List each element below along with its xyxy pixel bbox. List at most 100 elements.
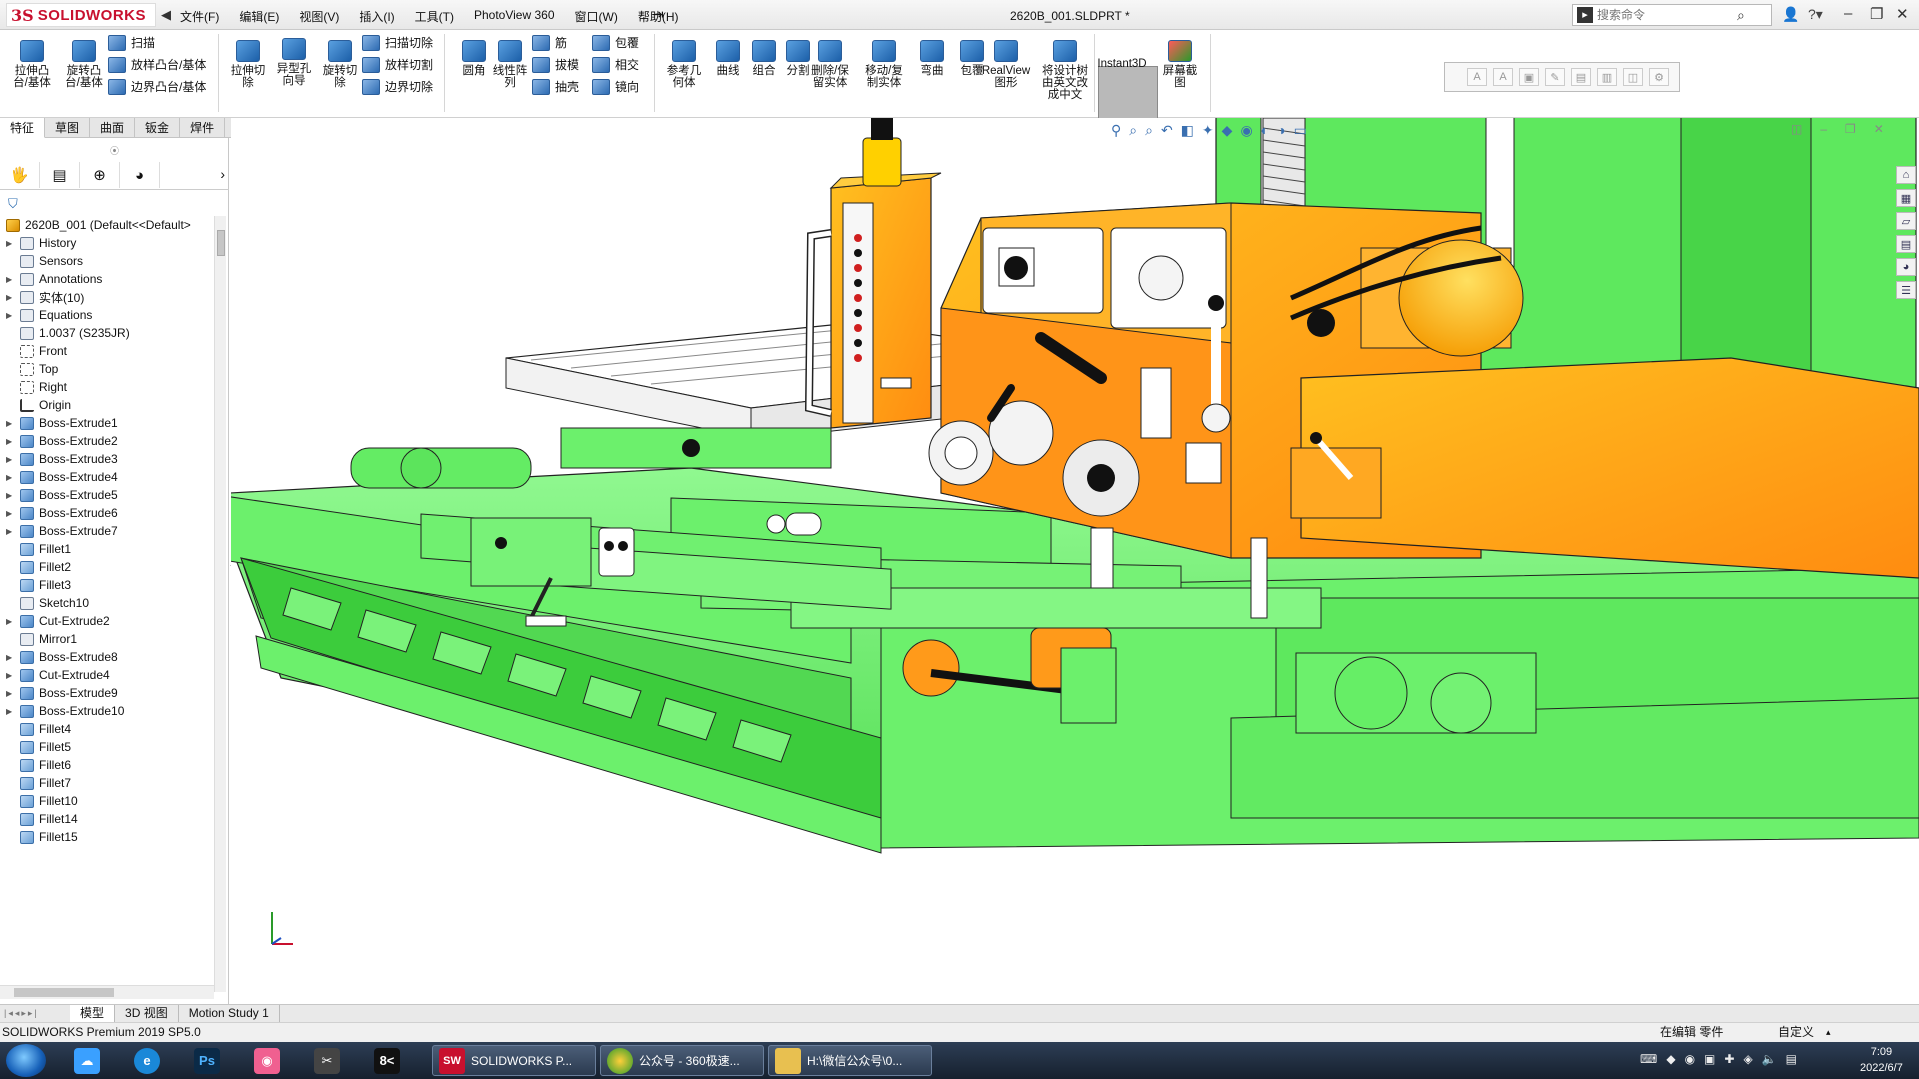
tree-item[interactable]: Top — [0, 360, 214, 378]
tree-item[interactable]: ▶ Boss-Extrude7 — [0, 522, 214, 540]
pin-menu-icon[interactable]: ⇥ — [652, 6, 664, 23]
tree-item[interactable]: ▶ Boss-Extrude9 — [0, 684, 214, 702]
ribbon-command[interactable]: 将设计树由英文改成中文 — [1040, 40, 1090, 101]
tool-a-icon[interactable]: A — [1467, 68, 1487, 86]
tree-item[interactable]: Sketch10 — [0, 594, 214, 612]
menu-item[interactable]: 视图(V) — [299, 8, 339, 25]
tree-item[interactable]: ▶ Boss-Extrude10 — [0, 702, 214, 720]
ribbon-small-command[interactable]: 镜向 — [592, 78, 639, 95]
expand-arrow-icon[interactable]: ▶ — [6, 293, 18, 302]
solidworks-logo[interactable]: 3S SOLIDWORKS — [6, 3, 156, 27]
tree-root[interactable]: 2620B_001 (Default<<Default> — [0, 216, 214, 234]
view-settings-icon[interactable]: ▭ — [1294, 122, 1307, 139]
restore-icon[interactable]: ❐ — [1870, 5, 1883, 23]
expand-arrow-icon[interactable]: ▶ — [6, 671, 18, 680]
ribbon-small-command[interactable]: 放样切割 — [362, 56, 433, 73]
tool-b-icon[interactable]: A — [1493, 68, 1513, 86]
ribbon-small-command[interactable]: 筋 — [532, 34, 567, 51]
apply-scene-icon[interactable]: ◑ — [1277, 122, 1285, 139]
panel-grip-icon[interactable]: ⦿ — [110, 144, 119, 157]
taskbar-app-photoshop-icon[interactable]: Ps — [186, 1045, 228, 1076]
viewport-tile-icon[interactable]: ◫ — [1791, 122, 1802, 136]
tray-volume-icon[interactable]: 🔈 — [1762, 1052, 1777, 1066]
tree-item[interactable]: Fillet14 — [0, 810, 214, 828]
dynamic-annotation-icon[interactable]: ✦ — [1202, 122, 1214, 139]
tool-f-icon[interactable]: ▥ — [1597, 68, 1617, 86]
minimize-icon[interactable]: – — [1844, 5, 1852, 22]
tree-item[interactable]: Fillet7 — [0, 774, 214, 792]
zoom-to-fit-icon[interactable]: ⌕ — [1129, 122, 1137, 139]
model-view-tab[interactable]: 模型 — [70, 1004, 116, 1023]
previous-view-icon[interactable]: ↶ — [1161, 122, 1173, 139]
expand-arrow-icon[interactable]: ▶ — [6, 239, 18, 248]
tree-item[interactable]: ▶ 实体(10) — [0, 288, 214, 306]
tree-item[interactable]: ▶ Boss-Extrude6 — [0, 504, 214, 522]
tree-horizontal-scrollbar[interactable] — [0, 985, 214, 999]
view-orientation-icon[interactable]: ⚲ — [1111, 122, 1121, 139]
expand-arrow-icon[interactable]: ▶ — [6, 527, 18, 536]
ribbon-small-command[interactable]: 扫描切除 — [362, 34, 433, 51]
design-library-icon[interactable]: ▦ — [1896, 189, 1916, 207]
search-commands[interactable]: ▸ ⌕ — [1572, 4, 1772, 26]
ribbon-command[interactable]: 拉伸切除 — [226, 40, 270, 89]
viewport-restore-icon[interactable]: ❐ — [1845, 122, 1856, 136]
tool-e-icon[interactable]: ▤ — [1571, 68, 1591, 86]
hide-show-icon[interactable]: ◉ — [1240, 122, 1252, 139]
taskbar-app-media-icon[interactable]: 8< — [366, 1045, 408, 1076]
close-icon[interactable]: ✕ — [1896, 5, 1909, 23]
tray-keyboard-icon[interactable]: ⌨ — [1640, 1052, 1657, 1066]
tree-item[interactable]: Fillet4 — [0, 720, 214, 738]
search-mode-icon[interactable]: ▸ — [1577, 7, 1593, 23]
command-tab[interactable]: 钣金 — [135, 118, 181, 138]
solidworks-resources-icon[interactable]: ⌂ — [1896, 166, 1916, 184]
expand-arrow-icon[interactable]: ▶ — [6, 689, 18, 698]
expand-arrow-icon[interactable]: ▶ — [6, 653, 18, 662]
tool-g-icon[interactable]: ◫ — [1623, 68, 1643, 86]
zoom-to-area-icon[interactable]: ⌕ — [1145, 122, 1153, 139]
file-explorer-icon[interactable]: ▱ — [1896, 212, 1916, 230]
custom-properties-icon[interactable]: ☰ — [1896, 281, 1916, 299]
graphics-area[interactable]: ⚲ ⌕ ⌕ ↶ ◧ ✦ ◆ ◉ ◐ ◑ ▭ ◫ – ❐ ✕ ⌂ ▦ ▱ ▤ ◕ … — [231, 118, 1919, 1004]
tray-plus-icon[interactable]: ✚ — [1724, 1052, 1734, 1066]
model-view-tab[interactable]: Motion Study 1 — [179, 1004, 280, 1023]
display-manager-tab-icon[interactable]: ◕ — [120, 162, 160, 188]
tree-item[interactable]: ▶ Boss-Extrude2 — [0, 432, 214, 450]
menu-item[interactable]: 编辑(E) — [239, 8, 279, 25]
tree-item[interactable]: ▶ History — [0, 234, 214, 252]
ribbon-small-command[interactable]: 相交 — [592, 56, 639, 73]
ribbon-command[interactable]: 拉伸凸台/基体 — [10, 40, 54, 89]
ribbon-small-command[interactable]: 边界切除 — [362, 78, 433, 95]
tree-item[interactable]: Fillet5 — [0, 738, 214, 756]
menu-item[interactable]: 工具(T) — [415, 8, 454, 25]
taskbar-window-browser[interactable]: 公众号 - 360极速... — [600, 1045, 764, 1076]
taskbar-app-cloud-icon[interactable]: ☁ — [66, 1045, 108, 1076]
menu-collapse-arrow-icon[interactable]: ◀ — [161, 7, 171, 23]
command-tab[interactable]: 曲面 — [90, 118, 136, 138]
command-tab[interactable]: 特征 — [0, 118, 46, 138]
ribbon-small-command[interactable]: 抽壳 — [532, 78, 579, 95]
tree-item[interactable]: ▶ Cut-Extrude2 — [0, 612, 214, 630]
start-button[interactable] — [6, 1044, 46, 1077]
viewport-close-icon[interactable]: ✕ — [1874, 122, 1884, 136]
tree-item[interactable]: ▶ Annotations — [0, 270, 214, 288]
view-palette-icon[interactable]: ▤ — [1896, 235, 1916, 253]
expand-arrow-icon[interactable]: ▶ — [6, 419, 18, 428]
command-tab[interactable]: 焊件 — [180, 118, 226, 138]
expand-arrow-icon[interactable]: ▶ — [6, 437, 18, 446]
ribbon-command[interactable]: Instant3D — [1097, 58, 1146, 70]
ribbon-command[interactable]: 线性阵列 — [488, 40, 532, 89]
taskbar-app-tools-icon[interactable]: ✂ — [306, 1045, 348, 1076]
tree-vertical-scrollbar[interactable] — [214, 216, 226, 992]
ribbon-command[interactable]: 旋转切除 — [318, 40, 362, 89]
ribbon-command[interactable]: 删除/保留实体 — [808, 40, 852, 89]
ribbon-small-command[interactable]: 边界凸台/基体 — [108, 78, 206, 95]
tree-item[interactable]: Right — [0, 378, 214, 396]
ribbon-small-command[interactable]: 扫描 — [108, 34, 155, 51]
display-style-icon[interactable]: ◆ — [1222, 122, 1233, 139]
tree-item[interactable]: ▶ Boss-Extrude1 — [0, 414, 214, 432]
tree-item[interactable]: Front — [0, 342, 214, 360]
tree-item[interactable]: ▶ Boss-Extrude5 — [0, 486, 214, 504]
ribbon-command[interactable]: 屏幕截图 — [1158, 40, 1202, 89]
ribbon-command[interactable]: 弯曲 — [910, 40, 954, 77]
tree-item[interactable]: Fillet3 — [0, 576, 214, 594]
